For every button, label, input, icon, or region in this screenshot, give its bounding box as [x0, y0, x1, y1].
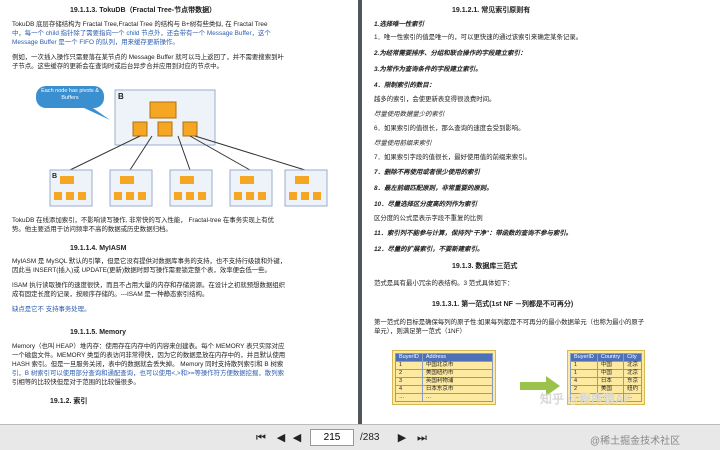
paragraph-line: HASH 索引。但是一旦服务关闭，表中的数据就会丢失掉。 Memory 同时支持… — [12, 361, 284, 368]
section-heading-index: 19.1.2. 索引 — [50, 398, 88, 405]
table-cell: 1 — [570, 369, 598, 378]
page-number-input[interactable] — [310, 429, 354, 446]
table-cell: 1 — [570, 361, 598, 370]
leaf-node — [169, 169, 213, 207]
table-cell: … — [421, 393, 493, 402]
list-item: 12．尽量的扩展索引，不要新建索引。 — [374, 246, 484, 253]
pdf-page-left: 19.1.1.3. TokuDB（Fractal Tree-节点带数据） Tok… — [0, 0, 358, 424]
paragraph-line: 中，每一个 child 指针除了需要指向一个 child 节点外，还会带有一个 … — [12, 30, 271, 37]
root-message-buffer — [149, 101, 177, 119]
list-item: 区分度的公式是表示字段不重复的比例 — [374, 215, 483, 222]
last-page-button[interactable]: ⏭ — [415, 430, 429, 446]
prev-page-button[interactable]: ◀ — [274, 430, 288, 446]
paragraph-line: 缺点是它不 支持事务处理。 — [12, 306, 91, 313]
leaf-node-label: B — [52, 173, 58, 180]
next-page-button[interactable]: ▶ — [395, 430, 409, 446]
table-cell: 中国北京市 — [421, 361, 493, 370]
leaf-node — [229, 169, 273, 207]
list-item: 11．索引列不能参与计算，保持列"干净"：带函数的查询不参与索引。 — [374, 230, 573, 237]
list-item: 7．删除不再使用或者很少使用的索引 — [374, 169, 480, 176]
paragraph-line: 引相等的比较快但是对于范围的比较慢很多。 — [12, 379, 140, 386]
table-cell: 中国 — [596, 369, 625, 378]
pdf-viewer: 19.1.1.3. TokuDB（Fractal Tree-节点带数据） Tok… — [0, 0, 720, 450]
table-cell: 东京 — [623, 377, 643, 386]
list-item: 越多的索引，会使更新表变得很浪费时间。 — [374, 96, 496, 103]
paragraph-line: 单元），则满足第一范式（1NF） — [374, 328, 466, 335]
root-node-label: B — [118, 92, 124, 101]
paragraph-line: 成有固定长度的记录，按顺序存储的。---ISAM 是一种静态索引结构。 — [12, 291, 209, 298]
paragraph-line: 子节点。这些缓存的更新会在查询时或后台异步合并应用到对应的节点中。 — [12, 63, 223, 70]
table-cell: 北京 — [623, 369, 643, 378]
buffer-block — [157, 121, 173, 137]
list-item: 7．如果索引字段的值很长，最好使用值的前缀来索引。 — [374, 154, 531, 161]
paragraph-line: ISAM 执行读取操作的速度很快，而且不占用大量的内存和存储资源。在设计之初就预… — [12, 282, 286, 289]
prev-page-button-2[interactable]: ◀ — [290, 430, 304, 446]
paragraph-line: 引，B 树索引可以使用部分查询和通配查询，也可以使用<,>和>=等操作符方便数据… — [12, 370, 284, 377]
leaf-node — [109, 169, 153, 207]
table-header: BuyerID — [395, 353, 423, 362]
table-cell: 4 — [570, 377, 598, 386]
list-item: 8．最左前缀匹配原则，非常重要的原则。 — [374, 185, 493, 192]
watermark: 知乎 @程序猿AF — [540, 392, 632, 406]
section-heading-1nf: 19.1.3.1. 第一范式(1st NF －列都是不可再分) — [432, 301, 574, 308]
section-heading-normal-forms: 19.1.3. 数据库三范式 — [452, 263, 518, 270]
total-pages: /283 — [360, 432, 380, 443]
paragraph-line: 一个磁盘文件。MEMORY 类型的表访问非常得快，因为它的数据是放在内存中的，并… — [12, 352, 286, 359]
section-heading-memory: 19.1.1.5. Memory — [70, 329, 127, 336]
list-item: 尽量使用数据量少的索引 — [374, 111, 445, 118]
table-cell: 4 — [395, 385, 423, 394]
table-header: BuyerID — [570, 353, 598, 362]
table-cell: 美国纽约市 — [421, 369, 493, 378]
paragraph-line: 因此当 INSERT(插入)或 UPDATE(更新)数据时即写操作需要锁定整个表… — [12, 267, 271, 274]
section-heading-myiasm: 19.1.1.4. MyIASM — [70, 245, 127, 252]
paragraph-line: 第一范式的目标是确保每列的原子性:如果每列都是不可再分的最小数据单元（也称为最小… — [374, 319, 645, 326]
first-page-button[interactable]: ⏮ — [254, 430, 268, 446]
table-cell: 1 — [395, 361, 423, 370]
table-header: City — [623, 353, 643, 362]
table-cell: 日本东京市 — [421, 385, 493, 394]
buffer-block — [182, 121, 198, 137]
buffer-block — [132, 121, 148, 137]
bubble-text: Each node has pivots & Buffers — [41, 88, 99, 101]
paragraph-line: Memory（也叫 HEAP）堆内存：使用存在内存中的内容来创建表。每个 MEM… — [12, 343, 285, 350]
paragraph-line: 范式是具有最小冗余的表结构。3 范式具体如下： — [374, 280, 514, 287]
table-cell: 北京 — [623, 361, 643, 370]
paragraph-line: 势。他主要适用于访问频率不高的数据或历史数据归档。 — [12, 226, 172, 233]
speech-bubble-tail — [82, 106, 110, 120]
list-item: 1.选择唯一性索引 — [374, 21, 425, 28]
table-before-container: BuyerID Address 1 中国北京市 2 美国纽约市 3 英国利物浦 4 日本东… — [392, 350, 496, 405]
table-before: BuyerID Address 1 中国北京市 2 美国纽约市 3 英国利物浦 4 日本东… — [395, 353, 493, 402]
table-cell: 英国利物浦 — [421, 377, 493, 386]
paragraph-line: TokuDB 在线添加索引，不影响读写操作, 非常快的写入性能， Fractal… — [12, 217, 275, 224]
list-item: 尽量使用前缀来索引 — [374, 140, 432, 147]
list-item: 10．尽量选择区分度高的列作为索引 — [374, 201, 477, 208]
pdf-page-right: 19.1.2.1. 常见索引原则有 1.选择唯一性索引 1．唯一性索引的值是唯一… — [362, 0, 720, 424]
section-heading-index-principles: 19.1.2.1. 常见索引原则有 — [452, 7, 531, 14]
list-item: 3.为常作为查询条件的字段建立索引。 — [374, 66, 482, 73]
list-item: 1．唯一性索引的值是唯一的，可以更快速的通过该索引来确定某条记录。 — [374, 34, 583, 41]
list-item: 4．限制索引的数目： — [374, 82, 436, 89]
table-header: Address — [421, 353, 493, 362]
paragraph-line: Message Buffer 是一个 FIFO 的队列，用来缓存更新操作。 — [12, 39, 179, 46]
paragraph-line: MyIASM 是 MySQL 默认的引擎，但是它没有提供对数据库事务的支持，也不… — [12, 258, 287, 265]
table-cell: … — [395, 393, 423, 402]
watermark-2: @稀土掘金技术社区 — [590, 436, 681, 447]
table-cell: 2 — [395, 369, 423, 378]
paragraph-line: 例如，一次插入操作只需要落在某节点的 Message Buffer 就可以马上返… — [12, 54, 284, 61]
table-cell: 日本 — [596, 377, 625, 386]
section-heading-tokudb: 19.1.1.3. TokuDB（Fractal Tree-节点带数据） — [70, 7, 217, 14]
table-cell: 中国 — [596, 361, 625, 370]
list-item: 2.为经常需要排序、分组和联合操作的字段建立索引： — [374, 50, 527, 57]
table-cell: 3 — [395, 377, 423, 386]
list-item: 6．如果索引的值很长，那么查询的速度会受到影响。 — [374, 125, 525, 132]
page-navigation-toolbar: ⏮ ◀ ◀ /283 ▶ ⏭ @稀土掘金技术社区 — [0, 424, 720, 450]
leaf-node — [284, 169, 328, 207]
paragraph-line: TokuDB 底层存储结构为 Fractal Tree,Fractal Tree… — [12, 21, 268, 28]
table-header: Country — [596, 353, 625, 362]
